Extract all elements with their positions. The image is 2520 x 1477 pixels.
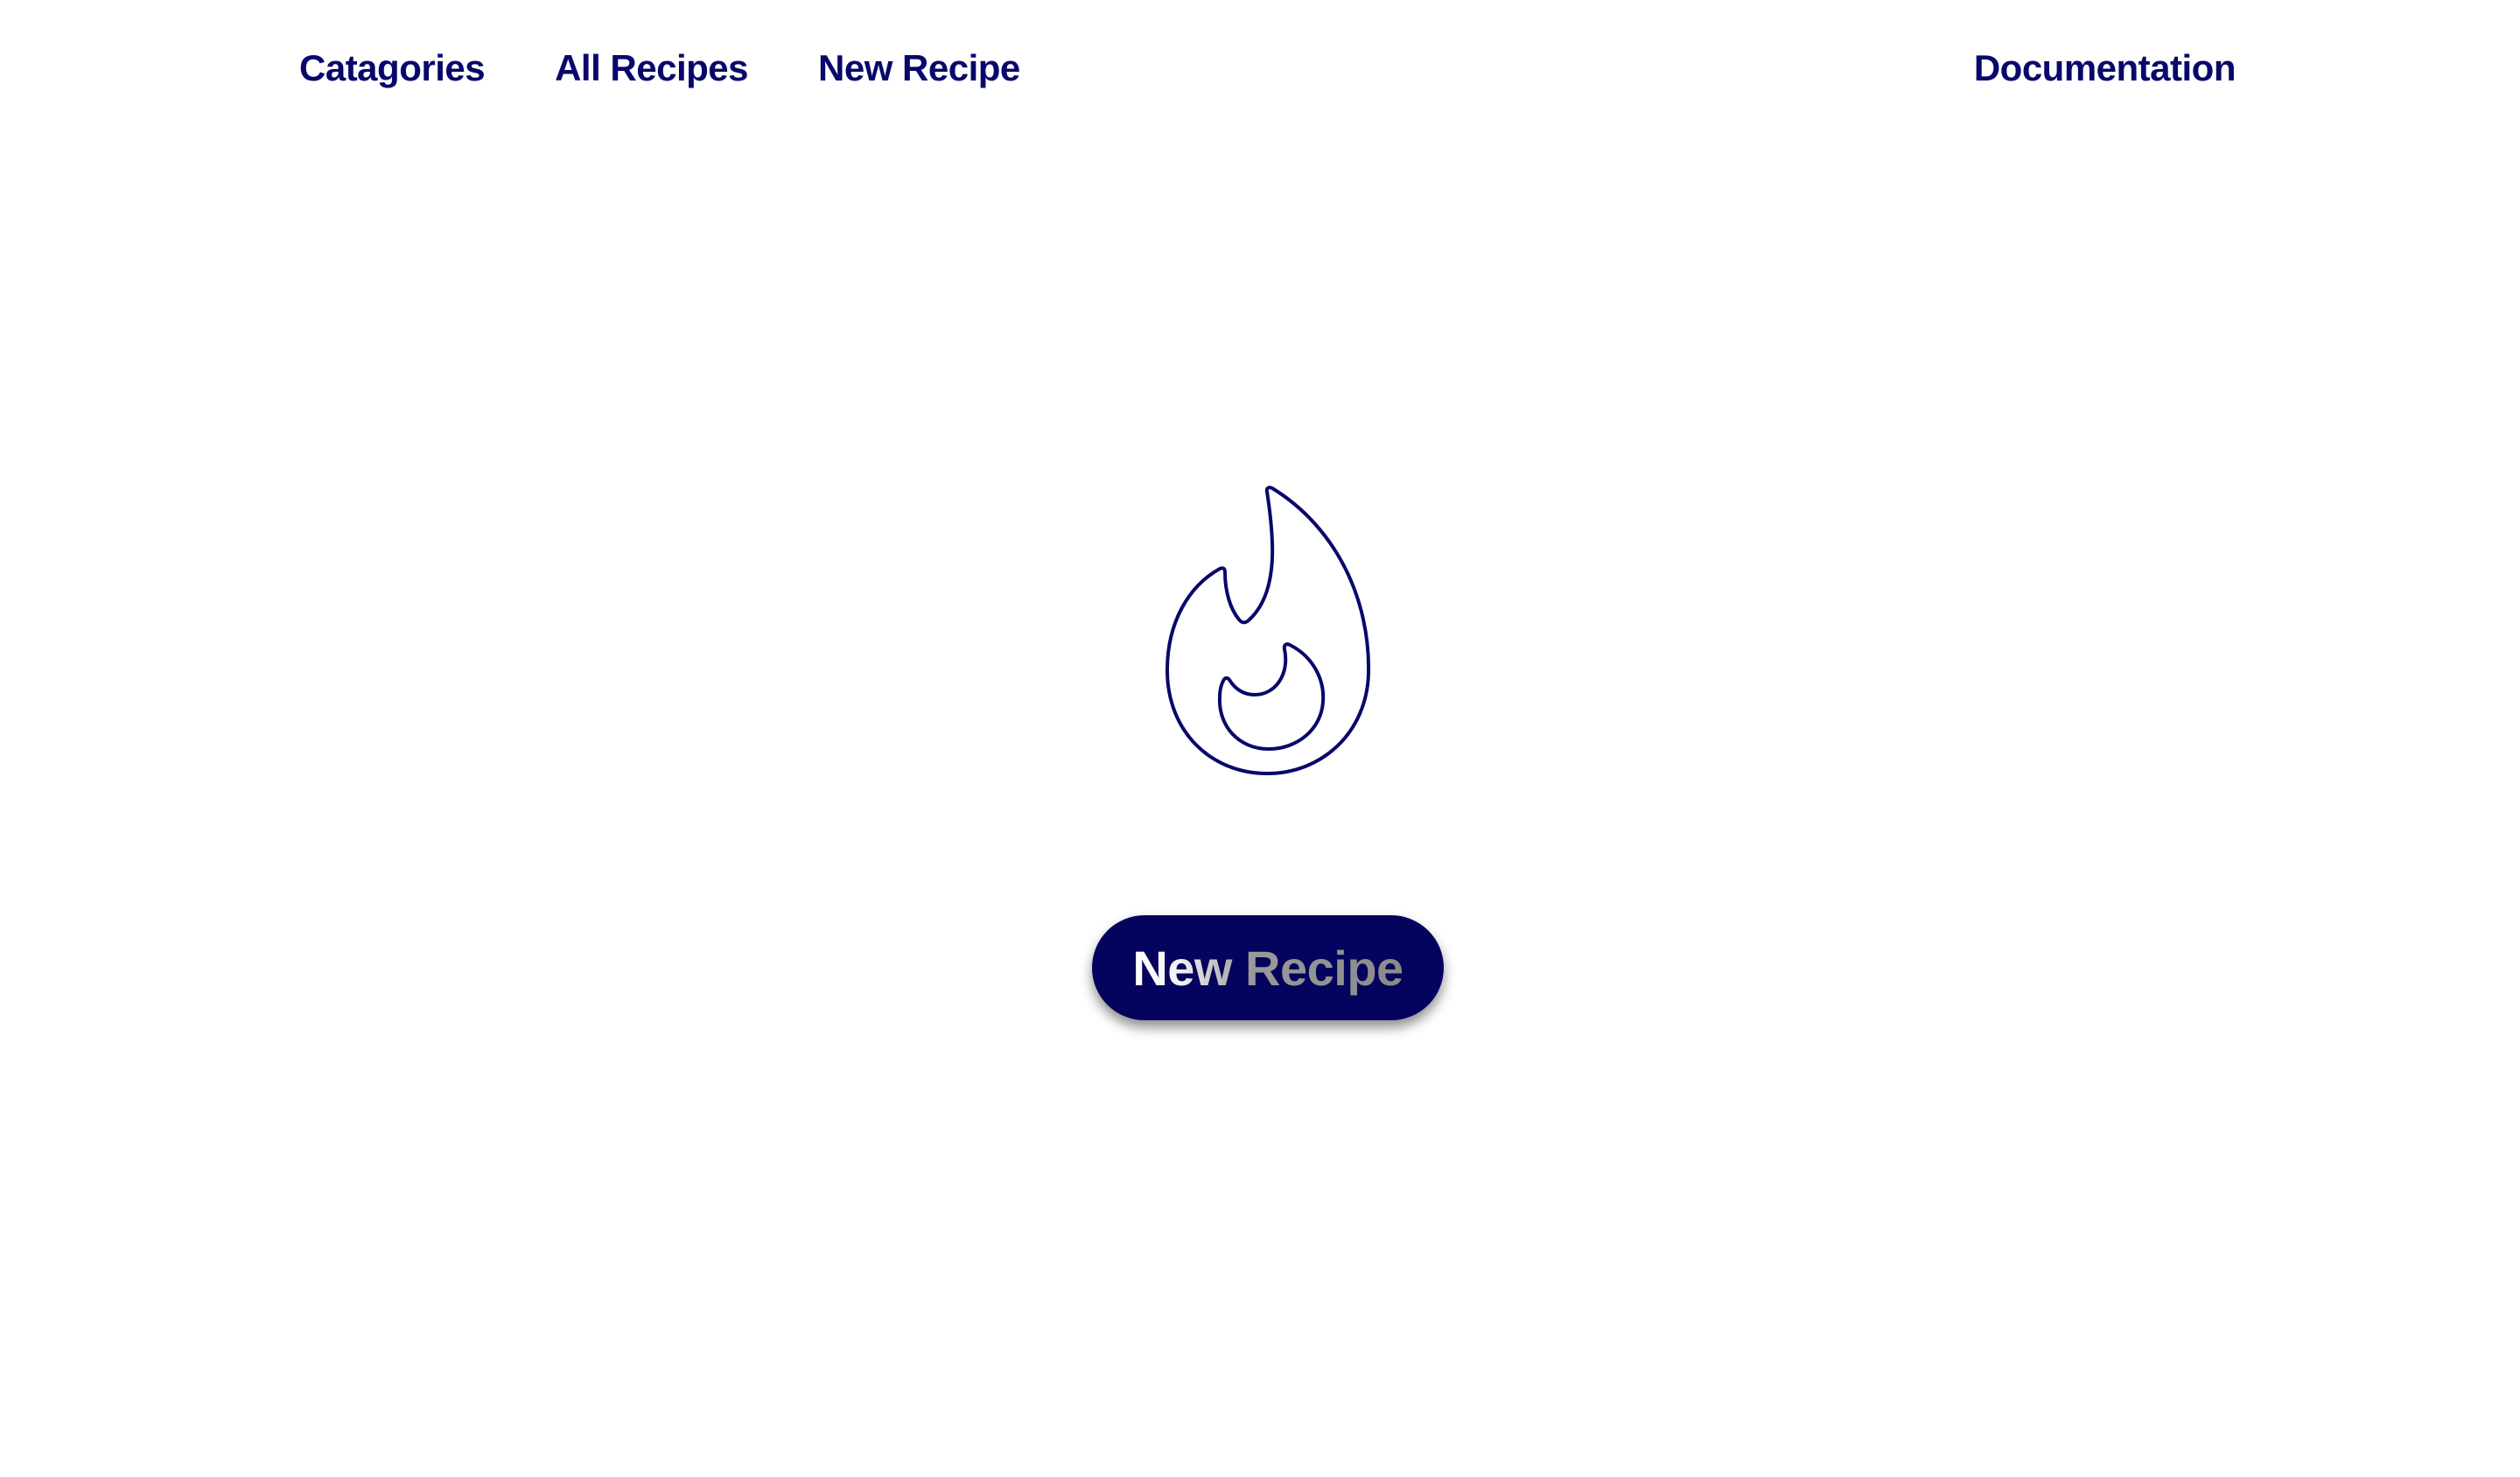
nav-link-all-recipes[interactable]: All Recipes <box>555 47 748 89</box>
nav-left-group: Catagories All Recipes New Recipe <box>299 47 1020 89</box>
flame-icon <box>1153 485 1382 780</box>
new-recipe-button[interactable]: New Recipe <box>1092 915 1444 1020</box>
nav-link-documentation[interactable]: Documentation <box>1974 47 2236 89</box>
nav-link-categories[interactable]: Catagories <box>299 47 486 89</box>
page: Catagories All Recipes New Recipe Docume… <box>0 0 2520 1477</box>
nav-link-new-recipe[interactable]: New Recipe <box>818 47 1020 89</box>
top-navigation: Catagories All Recipes New Recipe Docume… <box>299 37 2236 100</box>
new-recipe-button-label: New Recipe <box>1132 940 1404 996</box>
